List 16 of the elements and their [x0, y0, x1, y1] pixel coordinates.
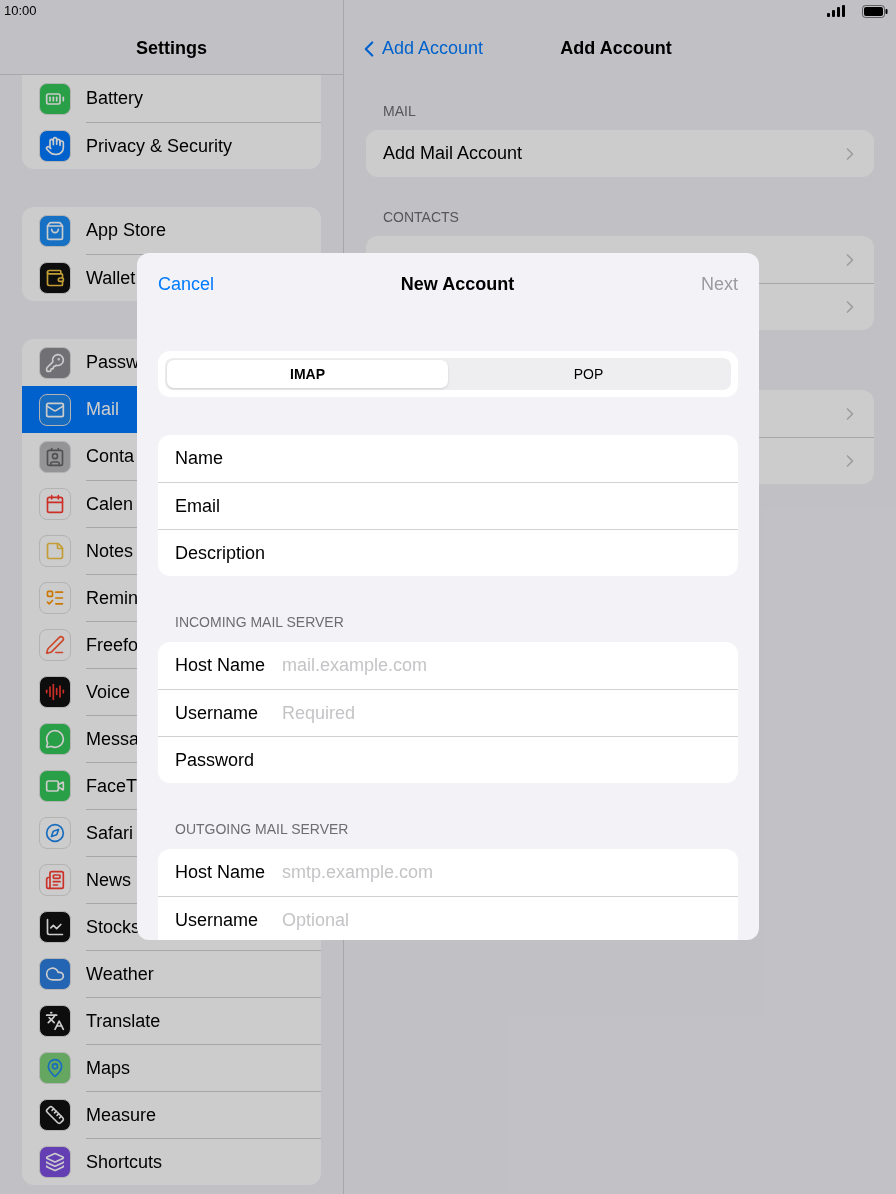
field-label: Host Name: [175, 861, 267, 884]
field-label: Username: [175, 701, 260, 725]
field-label: Password: [175, 748, 256, 772]
field-label: Description: [175, 541, 267, 565]
page-title: Add Account: [560, 37, 672, 60]
sidebar-title: Settings: [136, 36, 207, 60]
sheet-title: New Account: [399, 272, 516, 296]
section-header: CONTACTS: [382, 208, 460, 227]
field-label: Username: [175, 908, 260, 932]
section-header: OUTGOING MAIL SERVER: [174, 820, 350, 839]
field-label: Name: [175, 447, 224, 470]
section-header: MAIL: [382, 102, 417, 121]
field-label: Host Name: [175, 654, 267, 677]
section-header: INCOMING MAIL SERVER: [174, 613, 345, 632]
status-time: 10:00: [4, 2, 37, 21]
field-label: Email: [175, 494, 221, 518]
